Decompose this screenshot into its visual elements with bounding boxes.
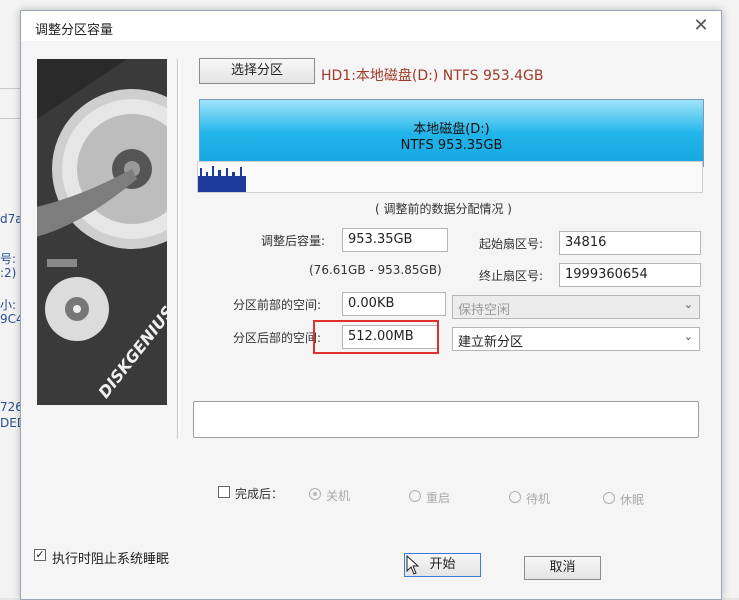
prevent-sleep-label: 执行时阻止系统睡眠: [52, 552, 170, 567]
radio-standby[interactable]: [509, 491, 521, 503]
radio-hibernate[interactable]: [603, 492, 615, 504]
bg-text: :2): [0, 266, 17, 280]
bg-text: 小:: [0, 298, 17, 312]
start-sector-field: 34816: [559, 231, 701, 255]
end-sector-field: 1999360654: [559, 263, 701, 287]
divider: [179, 59, 180, 439]
radio-hibernate-label: 休眠: [620, 493, 645, 507]
chevron-down-icon: ⌄: [683, 298, 693, 311]
usage-graph-icon: [198, 166, 246, 192]
after-complete-label: 完成后：: [235, 487, 284, 501]
end-sector-label: 终止扇区号:: [479, 269, 544, 283]
space-after-option: 建立新分区: [458, 335, 524, 350]
chevron-down-icon: ⌄: [683, 330, 693, 343]
close-button[interactable]: ✕: [689, 15, 713, 37]
partition-bar[interactable]: 本地磁盘(D:) NTFS 953.35GB: [199, 99, 704, 167]
disk-info-label: HD1:本地磁盘(D:) NTFS 953.4GB: [321, 68, 544, 84]
divider: [177, 59, 178, 439]
data-distribution-strip: [197, 161, 703, 193]
resize-partition-dialog: 调整分区容量 ✕ DISKGENIUS 选择分区 HD1:本地磁盘(D:) NT…: [20, 10, 722, 600]
radio-restart[interactable]: [409, 490, 421, 502]
size-range-text: (76.61GB - 953.85GB): [309, 263, 442, 277]
select-partition-button[interactable]: 选择分区: [199, 58, 315, 84]
space-before-label: 分区前部的空间:: [233, 298, 322, 312]
cancel-button[interactable]: 取消: [524, 556, 601, 580]
radio-restart-label: 重启: [426, 491, 451, 505]
size-after-label: 调整后容量:: [261, 234, 326, 248]
progress-bar: [193, 401, 699, 438]
radio-standby-label: 待机: [526, 492, 551, 506]
bg-text: 号:: [0, 252, 17, 266]
bg-divider: [0, 118, 20, 119]
hard-drive-illustration: DISKGENIUS: [37, 59, 167, 405]
bg-divider: [0, 88, 20, 89]
radio-shutdown[interactable]: [309, 488, 321, 500]
annotation-highlight-box: [313, 320, 439, 354]
size-after-input[interactable]: 953.35GB: [342, 228, 448, 252]
hard-drive-icon: DISKGENIUS: [37, 59, 167, 405]
mouse-cursor-icon: [406, 554, 420, 580]
space-after-dropdown[interactable]: 建立新分区 ⌄: [452, 327, 700, 351]
start-sector-label: 起始扇区号:: [479, 237, 544, 251]
space-before-option: 保持空闲: [458, 303, 511, 318]
radio-shutdown-label: 关机: [326, 489, 351, 503]
dialog-title: 调整分区容量: [35, 23, 114, 38]
title-bar: 调整分区容量 ✕: [21, 11, 721, 41]
after-complete-checkbox[interactable]: [218, 486, 230, 498]
space-after-label: 分区后部的空间:: [233, 331, 322, 345]
partition-size: NTFS 953.35GB: [400, 138, 503, 153]
partition-name: 本地磁盘(D:): [413, 122, 490, 137]
distribution-caption: ( 调整前的数据分配情况 ): [375, 202, 512, 216]
prevent-sleep-checkbox[interactable]: ✓: [34, 549, 46, 561]
space-before-input[interactable]: 0.00KB: [342, 292, 446, 316]
space-before-dropdown: 保持空闲 ⌄: [452, 295, 700, 319]
